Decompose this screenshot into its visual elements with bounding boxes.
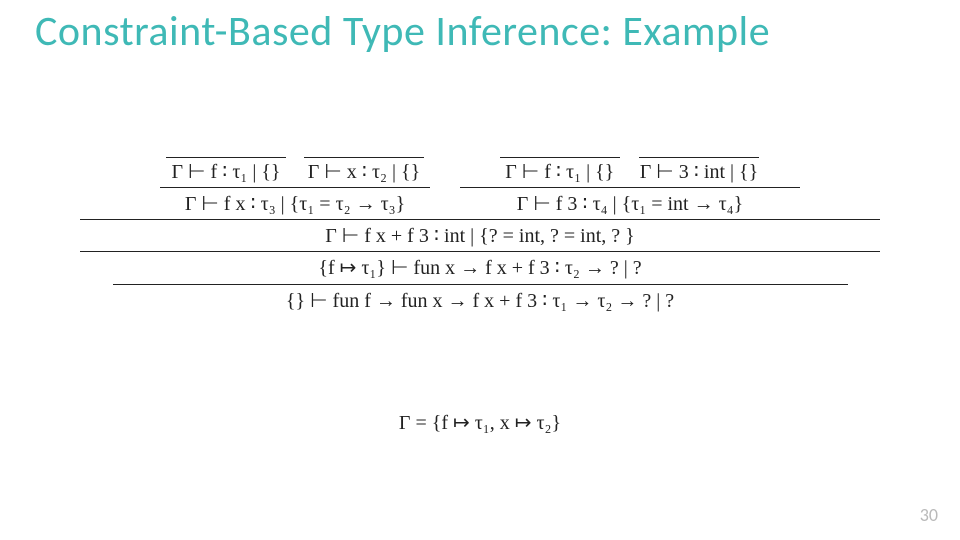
judgement: Γ ⊢ 3 ∶ int | {} [638, 159, 761, 184]
axiom-f-tau1-left: Γ ⊢ f ∶ τ₁ | {} [166, 155, 286, 184]
judgement-fun-x: {f ↦ τ₁} ⊢ fun x → f x + f 3 ∶ τ₂ → ? | … [316, 255, 643, 280]
rule-line [460, 187, 800, 188]
rule-line [113, 284, 848, 285]
proof-tree: Γ ⊢ f ∶ τ₁ | {} Γ ⊢ x ∶ τ₂ | {} Γ ⊢ f x … [0, 155, 960, 313]
axiom-3-int: Γ ⊢ 3 ∶ int | {} [638, 155, 761, 184]
axiom-f-tau1-right: Γ ⊢ f ∶ τ₁ | {} [500, 155, 620, 184]
rule-line [639, 157, 759, 158]
proof-top-row: Γ ⊢ f ∶ τ₁ | {} Γ ⊢ x ∶ τ₂ | {} Γ ⊢ f x … [160, 155, 800, 216]
judgement-f3: Γ ⊢ f 3 ∶ τ₄ | {τ₁ = int → τ₄} [515, 191, 745, 216]
subproof-f3: Γ ⊢ f ∶ τ₁ | {} Γ ⊢ 3 ∶ int | {} Γ ⊢ f 3… [460, 155, 800, 216]
rule-line [500, 157, 620, 158]
rule-line [80, 251, 880, 252]
rule-line [80, 219, 880, 220]
gamma-definition: Γ = {f ↦ τ₁, x ↦ τ₂} [0, 410, 960, 435]
judgement: Γ ⊢ x ∶ τ₂ | {} [306, 159, 422, 184]
slide-title: Constraint-Based Type Inference: Example [35, 6, 770, 57]
slide: Constraint-Based Type Inference: Example… [0, 0, 960, 540]
axiom-x-tau2: Γ ⊢ x ∶ τ₂ | {} [304, 155, 424, 184]
judgement: Γ ⊢ f ∶ τ₁ | {} [503, 159, 616, 184]
judgement-fx: Γ ⊢ f x ∶ τ₃ | {τ₁ = τ₂ → τ₃} [183, 191, 407, 216]
judgement-fun-f: {} ⊢ fun f → fun x → f x + f 3 ∶ τ₁ → τ₂… [284, 288, 676, 313]
subproof-fx: Γ ⊢ f ∶ τ₁ | {} Γ ⊢ x ∶ τ₂ | {} Γ ⊢ f x … [160, 155, 430, 216]
subproof-fx-premises: Γ ⊢ f ∶ τ₁ | {} Γ ⊢ x ∶ τ₂ | {} [166, 155, 424, 184]
page-number: 30 [920, 504, 938, 526]
rule-line [166, 157, 286, 158]
rule-line [160, 187, 430, 188]
judgement-plus: Γ ⊢ f x + f 3 ∶ int | {? = int, ? = int,… [323, 223, 637, 248]
rule-line [304, 157, 424, 158]
subproof-f3-premises: Γ ⊢ f ∶ τ₁ | {} Γ ⊢ 3 ∶ int | {} [500, 155, 761, 184]
gamma-def-text: Γ = {f ↦ τ₁, x ↦ τ₂} [397, 412, 563, 434]
judgement: Γ ⊢ f ∶ τ₁ | {} [169, 159, 282, 184]
